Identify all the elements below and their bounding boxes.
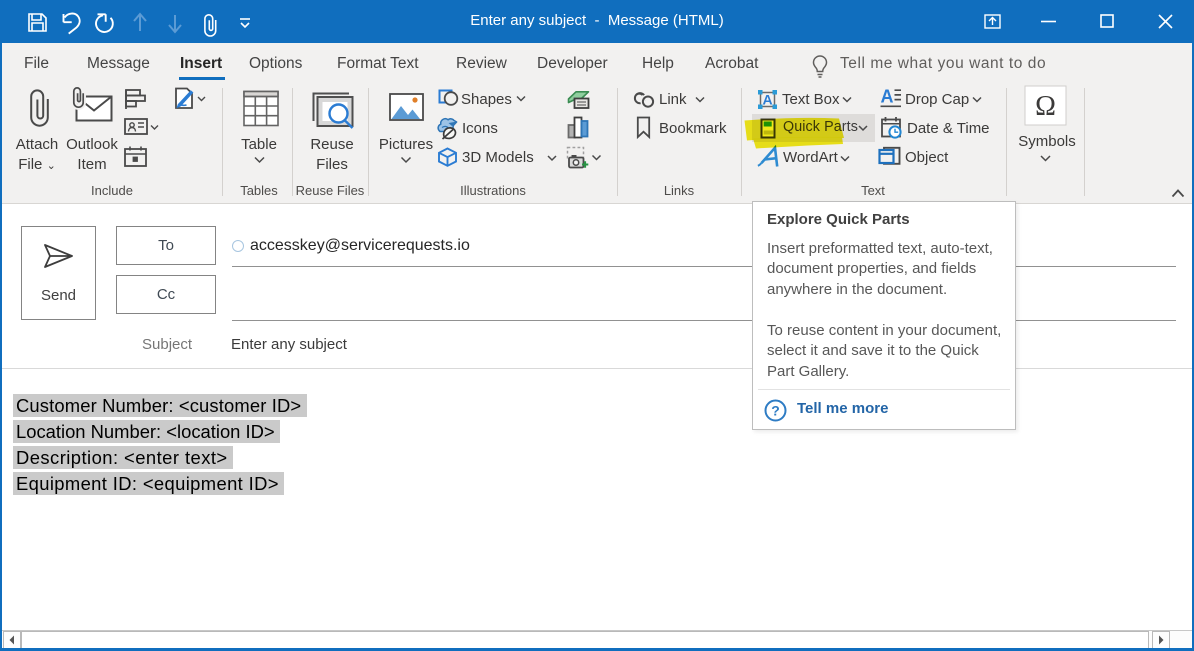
svg-text:A: A xyxy=(881,87,894,107)
svg-text:?: ? xyxy=(771,403,780,419)
svg-text:A: A xyxy=(762,92,772,108)
svg-text:Ω: Ω xyxy=(1035,91,1056,122)
